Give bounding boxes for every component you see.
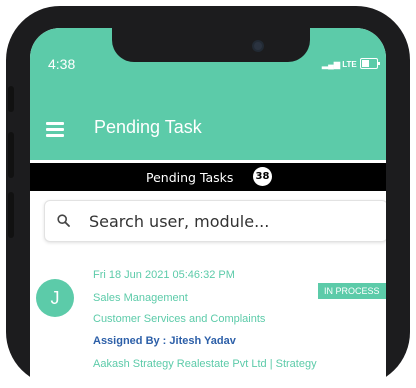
signal-icon: ▂▄▆ (322, 60, 340, 69)
page-title: Pending Task (94, 117, 202, 137)
app-bar: Pending Task (30, 100, 386, 160)
pending-tasks-label: Pending Tasks (146, 170, 234, 185)
task-card[interactable]: J Fri 18 Jun 2021 05:46:32 PM Sales Mana… (30, 262, 386, 388)
phone-screen: 4:38 ▂▄▆ LTE Pending Task Pending Tasks … (30, 28, 386, 388)
search-icon (57, 214, 70, 227)
pending-count-badge: 38 (253, 167, 272, 186)
battery-level (362, 60, 369, 67)
task-module: Sales Management (93, 292, 188, 304)
search-input[interactable] (87, 208, 381, 234)
hamburger-menu-icon[interactable] (46, 122, 64, 137)
task-subject: Customer Services and Complaints (93, 313, 266, 325)
front-camera (254, 42, 262, 50)
pending-tasks-header: Pending Tasks 38 (30, 163, 386, 191)
status-time: 4:38 (48, 56, 76, 72)
side-button-mute (8, 86, 14, 112)
search-box[interactable] (44, 200, 386, 242)
network-label: LTE (342, 60, 357, 69)
avatar: J (36, 279, 74, 317)
side-button-volume-up (8, 132, 14, 178)
status-badge: IN PROCESS (318, 283, 386, 299)
side-button-volume-down (8, 192, 14, 238)
status-bar: 4:38 ▂▄▆ LTE (30, 28, 386, 100)
battery-icon (360, 58, 380, 69)
notch (112, 28, 310, 62)
task-datetime: Fri 18 Jun 2021 05:46:32 PM (93, 269, 235, 281)
task-assigned-by: Assigned By : Jitesh Yadav (93, 335, 236, 347)
task-organization: Aakash Strategy Realestate Pvt Ltd | Str… (93, 358, 317, 370)
network-indicator: ▂▄▆ LTE (322, 60, 357, 69)
